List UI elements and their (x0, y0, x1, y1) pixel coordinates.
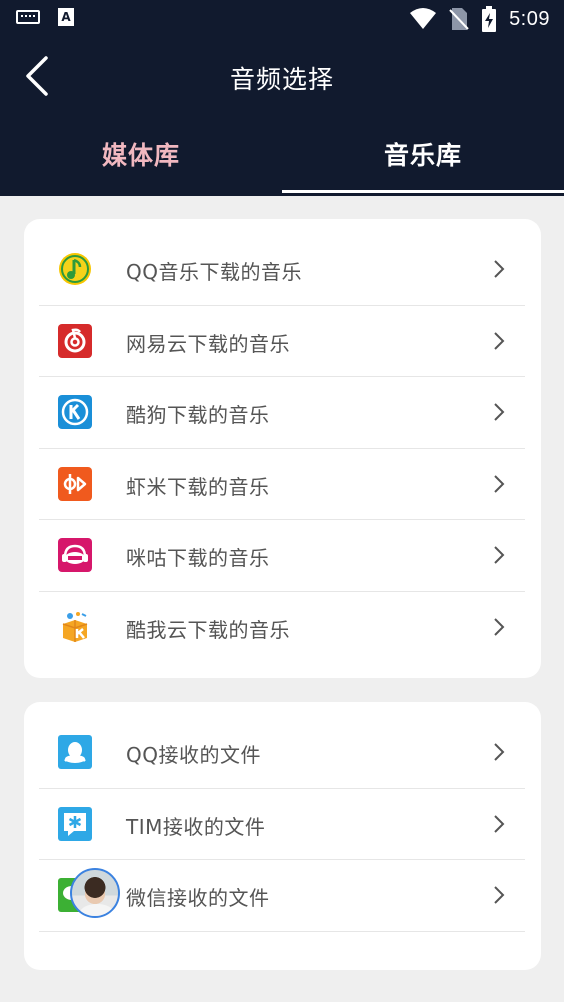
chevron-right-icon (494, 331, 505, 350)
list-item-label: QQ音乐下载的音乐 (126, 260, 302, 284)
list-item-label: 网易云下载的音乐 (126, 331, 290, 356)
kuwo-icon (58, 610, 92, 644)
received-files-card: QQ接收的文件 TIM接收的文件 微信接收的文件 (24, 702, 541, 970)
status-time: 5:09 (509, 7, 550, 30)
tim-icon (58, 806, 92, 841)
list-item-qq-files[interactable]: QQ接收的文件 (39, 717, 525, 789)
list-item-wechat-files[interactable]: 微信接收的文件 (39, 860, 525, 932)
xiami-icon (58, 466, 92, 501)
list-item-netease[interactable]: 网易云下载的音乐 (39, 306, 525, 377)
list-item-label: 酷我云下载的音乐 (126, 617, 290, 642)
chevron-right-icon (494, 403, 505, 421)
qq-music-icon (58, 252, 92, 286)
list-item-migu[interactable]: 咪咕下载的音乐 (39, 520, 525, 592)
list-item-xiami[interactable]: 虾米下载的音乐 (39, 449, 525, 520)
active-tab-indicator (282, 190, 564, 193)
chevron-right-icon (494, 260, 505, 278)
chevron-right-icon (494, 814, 505, 833)
chevron-right-icon (494, 474, 505, 493)
list-item-label: QQ接收的文件 (126, 743, 261, 767)
list-item-label: 酷狗下载的音乐 (126, 403, 270, 427)
list-item-label: 微信接收的文件 (126, 886, 270, 910)
list-item-tim-files[interactable]: TIM接收的文件 (39, 789, 525, 860)
netease-cloud-music-icon (58, 323, 92, 358)
list-item-kuwo[interactable]: 酷我云下载的音乐 (39, 592, 525, 664)
no-sim-icon (449, 8, 469, 30)
status-bar: A 5:09 (0, 0, 564, 38)
list-item-label: TIM接收的文件 (126, 814, 266, 839)
music-sources-card: QQ音乐下载的音乐 网易云下载的音乐 酷狗下载的音乐 虾米下载的音乐 咪咕下载的… (24, 219, 541, 678)
chevron-right-icon (494, 743, 505, 761)
list-item-label: 咪咕下载的音乐 (126, 546, 270, 570)
chevron-right-icon (494, 546, 505, 564)
list-item-label: 虾米下载的音乐 (126, 474, 270, 499)
a-app-icon: A (58, 8, 74, 26)
list-item-kugou[interactable]: 酷狗下载的音乐 (39, 377, 525, 449)
tab-media-library[interactable]: 媒体库 (0, 136, 282, 172)
qq-icon (58, 735, 92, 769)
floating-avatar[interactable] (70, 868, 120, 918)
page-title: 音频选择 (229, 65, 334, 94)
chevron-right-icon (494, 886, 505, 904)
app-header: 音频选择 媒体库 音乐库 (0, 38, 564, 196)
wifi-icon (410, 8, 437, 29)
keyboard-icon (16, 10, 40, 24)
kugou-icon (58, 395, 92, 429)
tab-music-library[interactable]: 音乐库 (282, 136, 564, 172)
migu-icon (58, 538, 92, 572)
list-item-qq-music[interactable]: QQ音乐下载的音乐 (39, 234, 525, 306)
chevron-right-icon (494, 617, 505, 636)
battery-charging-icon (482, 6, 497, 32)
